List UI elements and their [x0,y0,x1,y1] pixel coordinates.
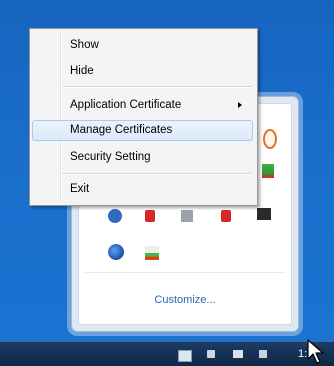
menu-item-label: Manage Certificates [70,124,173,136]
blue-app-icon[interactable] [108,209,122,223]
menu-gutter-highlight [61,32,62,201]
taskbar-window-icon[interactable] [178,350,192,362]
chart-icon[interactable] [145,246,159,260]
taskbar: 1: [0,341,334,366]
menu-item-exit[interactable]: Exit [32,179,253,200]
customize-link[interactable]: Customize... [79,294,291,306]
orange-app-icon[interactable] [263,129,277,149]
mouse-cursor-icon [307,339,324,364]
network-icon[interactable] [257,208,271,220]
menu-item-label: Hide [70,65,94,77]
menu-item-application-certificate[interactable]: Application Certificate [32,95,253,116]
divider [85,272,285,273]
menu-item-manage-certificates[interactable]: Manage Certificates [32,120,253,141]
menu-item-label: Show [70,39,99,51]
menu-separator [62,86,252,88]
menu-item-label: Security Setting [70,151,151,163]
taskbar-network-icon[interactable] [233,350,243,358]
blue-globe-icon[interactable] [108,244,124,260]
taskbar-volume-icon[interactable] [259,350,267,358]
menu-item-hide[interactable]: Hide [32,61,253,82]
tray-context-menu: Show Hide Application Certificate Manage… [29,28,258,206]
red-shield-icon[interactable] [145,210,155,222]
taskbar-flag-icon[interactable] [207,350,215,358]
menu-item-label: Application Certificate [70,99,182,111]
menu-item-label: Exit [70,183,90,195]
submenu-arrow-icon [238,102,242,108]
gray-app-icon[interactable] [181,210,193,222]
green-app-icon[interactable] [262,164,274,178]
menu-item-security-setting[interactable]: Security Setting [32,147,253,168]
menu-separator [62,173,252,175]
menu-item-show[interactable]: Show [32,35,253,56]
red-shield-icon[interactable] [221,210,231,222]
